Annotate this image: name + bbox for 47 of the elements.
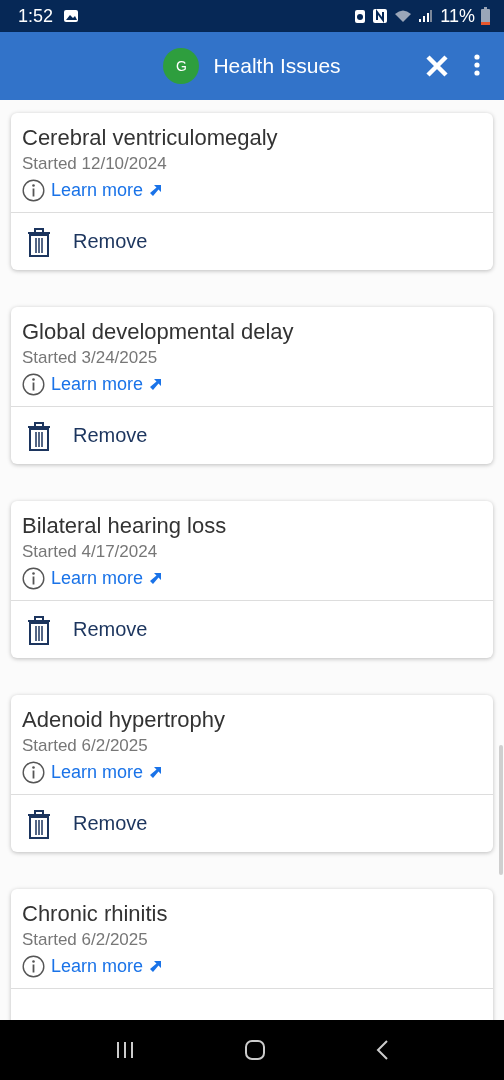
learn-more-link[interactable]: Learn more — [51, 761, 144, 783]
trash-icon — [27, 226, 51, 257]
info-icon — [22, 566, 45, 590]
start-date: Started 4/17/2024 — [22, 541, 159, 563]
recent-apps-icon[interactable] — [114, 1041, 135, 1059]
status-time: 1:52 — [18, 5, 54, 27]
trash-icon — [27, 614, 51, 645]
image-icon — [63, 9, 80, 23]
remove-button[interactable]: Remove — [27, 226, 148, 257]
info-icon — [22, 954, 45, 978]
signal-icon — [418, 9, 433, 23]
trash-icon — [27, 420, 51, 451]
nfc-icon — [372, 8, 389, 24]
avatar[interactable]: G — [163, 48, 200, 84]
more-icon[interactable] — [474, 54, 480, 76]
learn-more-link[interactable]: Learn more — [51, 373, 144, 395]
start-date: Started 6/2/2025 — [22, 735, 149, 757]
external-link-icon — [149, 377, 163, 391]
remove-button[interactable]: Remove — [27, 808, 148, 839]
external-link-icon — [149, 183, 163, 197]
learn-more-link[interactable]: Learn more — [51, 567, 144, 589]
close-icon[interactable] — [425, 54, 449, 78]
info-icon — [22, 760, 45, 784]
external-link-icon — [149, 571, 163, 585]
remove-button[interactable]: Remove — [27, 614, 148, 645]
start-date: Started 3/24/2025 — [22, 347, 159, 369]
back-icon[interactable] — [375, 1039, 390, 1061]
issue-name: Cerebral ventriculomegaly — [22, 124, 279, 152]
start-date: Started 6/2/2025 — [22, 929, 149, 951]
learn-more-link[interactable]: Learn more — [51, 955, 144, 977]
info-icon — [22, 178, 45, 202]
screen-title: Health Issues — [213, 54, 341, 78]
learn-more-link[interactable]: Learn more — [51, 179, 144, 201]
issue-name: Bilateral hearing loss — [22, 512, 228, 540]
external-link-icon — [149, 765, 163, 779]
trash-icon — [27, 808, 51, 839]
info-icon — [22, 372, 45, 396]
battery-level: 11% — [440, 5, 475, 27]
wifi-icon — [394, 9, 413, 23]
home-icon[interactable] — [244, 1039, 266, 1061]
external-link-icon — [149, 959, 163, 973]
start-date: Started 12/10/2024 — [22, 153, 168, 175]
issue-name: Chronic rhinitis — [22, 900, 169, 928]
issue-name: Adenoid hypertrophy — [22, 706, 227, 734]
battery-icon — [481, 7, 490, 25]
remove-button[interactable]: Remove — [27, 420, 148, 451]
issue-name: Global developmental delay — [22, 318, 295, 346]
